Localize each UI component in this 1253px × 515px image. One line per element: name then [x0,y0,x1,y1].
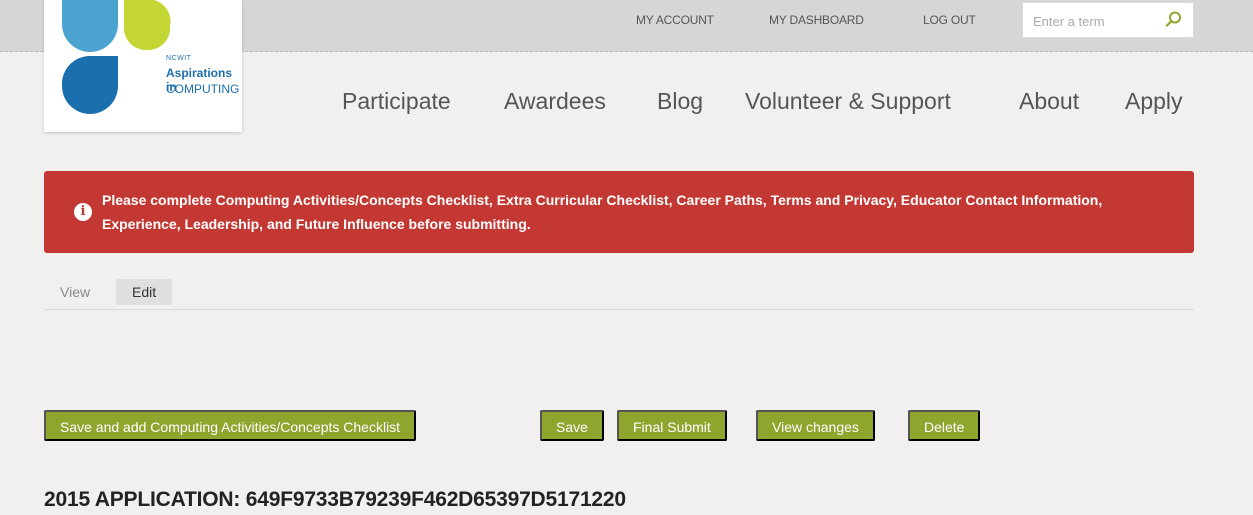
tab-view[interactable]: View [44,279,106,305]
view-edit-tabs: View Edit [44,276,1194,310]
error-alert: i Please complete Computing Activities/C… [44,171,1194,253]
search-input[interactable] [1033,12,1153,30]
tab-edit[interactable]: Edit [116,279,173,305]
application-title: 2015 APPLICATION: 649F9733B79239F462D653… [44,488,626,511]
save-button[interactable]: Save [540,410,604,441]
logo-mark-icon [62,0,171,114]
log-out-link[interactable]: LOG OUT [923,13,976,27]
nav-about[interactable]: About [1019,88,1079,115]
nav-participate[interactable]: Participate [342,88,451,115]
save-and-add-checklist-button[interactable]: Save and add Computing Activities/Concep… [44,410,417,441]
nav-awardees[interactable]: Awardees [504,88,606,115]
alert-message: Please complete Computing Activities/Con… [102,192,1103,232]
logo-ncwit-text: NCWIT [166,55,192,62]
view-changes-button[interactable]: View changes [756,410,875,441]
nav-volunteer-support[interactable]: Volunteer & Support [745,88,951,115]
search-icon[interactable] [1165,10,1183,33]
final-submit-button[interactable]: Final Submit [617,410,727,441]
nav-apply[interactable]: Apply [1125,88,1183,115]
nav-blog[interactable]: Blog [657,88,703,115]
delete-button[interactable]: Delete [908,410,981,441]
my-account-link[interactable]: MY ACCOUNT [636,13,714,27]
my-dashboard-link[interactable]: MY DASHBOARD [769,13,864,27]
logo-line-2: COMPUTING [166,82,240,96]
site-logo[interactable]: NCWIT Aspirations in COMPUTING [44,0,242,132]
info-icon: i [74,203,92,221]
